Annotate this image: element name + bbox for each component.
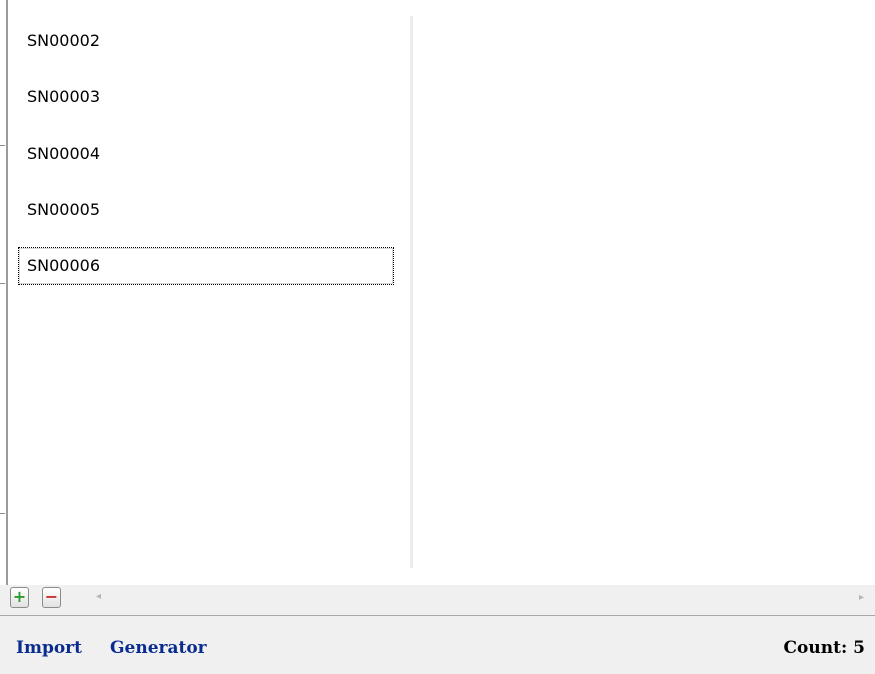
item-count: Count: 5 — [783, 638, 865, 658]
scroll-right-arrow-icon[interactable]: ▸ — [859, 592, 864, 604]
footer-bar: Import Generator Count: 5 — [0, 616, 875, 674]
left-edge-tick — [0, 283, 5, 284]
scroll-left-arrow-icon[interactable]: ◂ — [96, 591, 101, 603]
import-link[interactable]: Import — [16, 638, 82, 658]
serial-number-list[interactable]: SN00002 SN00003 SN00004 SN00005 SN00006 — [8, 16, 413, 568]
list-item[interactable]: SN00004 — [19, 136, 393, 172]
list-toolbar: + − ◂ ▸ — [0, 585, 875, 616]
list-item[interactable]: SN00005 — [19, 192, 393, 228]
left-edge-tick — [0, 513, 5, 514]
list-item-selected[interactable]: SN00006 — [18, 247, 394, 285]
add-icon[interactable]: + — [10, 587, 29, 608]
generator-link[interactable]: Generator — [110, 638, 207, 658]
left-edge-tick — [0, 145, 5, 146]
remove-icon[interactable]: − — [42, 587, 61, 608]
serial-number-window: SN00002 SN00003 SN00004 SN00005 SN00006 … — [0, 0, 875, 674]
list-item[interactable]: SN00003 — [19, 79, 393, 115]
list-item[interactable]: SN00002 — [19, 23, 393, 59]
detail-panel — [413, 16, 875, 568]
